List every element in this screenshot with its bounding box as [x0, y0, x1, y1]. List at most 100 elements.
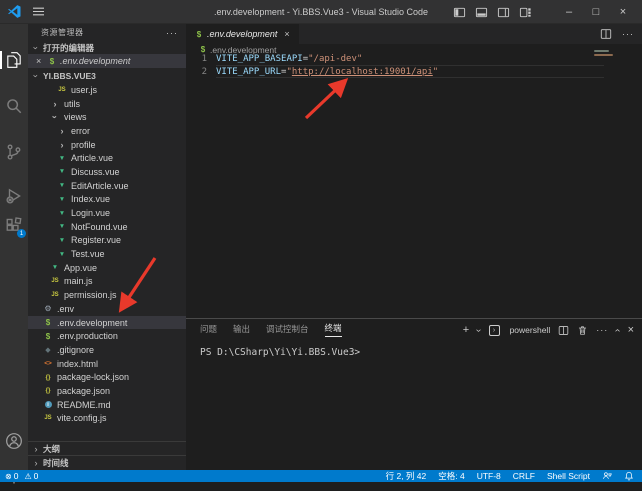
chevron-down-icon: › [50, 112, 60, 122]
tree-item-utils[interactable]: ›utils [28, 97, 186, 111]
js-file-icon: JS [57, 87, 67, 93]
tree-item-package.json[interactable]: {}package.json [28, 384, 186, 398]
tree-item-.env.production[interactable]: $.env.production [28, 329, 186, 343]
extensions-badge: 1 [17, 229, 26, 238]
extensions-icon[interactable]: 1 [5, 217, 23, 235]
close-window-button[interactable]: × [614, 6, 632, 18]
tree-item-Article.vue[interactable]: ▼Article.vue [28, 151, 186, 165]
panel-tab-终端[interactable]: 终端 [325, 322, 342, 337]
terminal-dropdown-chevron-icon[interactable]: › [473, 328, 484, 331]
notifications-bell-icon[interactable] [624, 471, 634, 481]
maximize-panel-chevron-icon[interactable]: › [612, 328, 623, 331]
tree-item-index.html[interactable]: <>index.html [28, 357, 186, 371]
tree-item-package-lock.json[interactable]: {}package-lock.json [28, 370, 186, 384]
bottom-panel: 问题 输出 调试控制台 终端 + › › powershell ··· › × PS … [186, 318, 642, 470]
language-mode-indicator[interactable]: Shell Script [547, 471, 590, 481]
tree-item-.env.development[interactable]: $.env.development [28, 316, 186, 330]
timeline-section-header[interactable]: › 时间线 [28, 455, 186, 469]
eol-indicator[interactable]: CRLF [513, 471, 535, 481]
open-editors-section-header[interactable]: › 打开的编辑器 [28, 41, 186, 55]
search-icon[interactable] [5, 97, 23, 115]
vue-file-icon: ▼ [50, 264, 60, 271]
tree-item-EditArticle.vue[interactable]: ▼EditArticle.vue [28, 179, 186, 193]
tree-item-label: .env.development [57, 318, 127, 328]
cursor-position-indicator[interactable]: 行 2, 列 42 [386, 470, 427, 482]
gear-file-icon: ⚙ [43, 304, 53, 313]
activity-bar: 1 [0, 24, 28, 470]
tree-item-Login.vue[interactable]: ▼Login.vue [28, 206, 186, 220]
info-file-icon: i [43, 401, 53, 408]
toggle-panel-icon[interactable] [475, 6, 488, 19]
indentation-indicator[interactable]: 空格: 4 [438, 470, 464, 482]
tree-item-label: Index.vue [71, 194, 110, 204]
panel-tab-问题[interactable]: 问题 [200, 323, 217, 337]
tree-item-Discuss.vue[interactable]: ▼Discuss.vue [28, 165, 186, 179]
project-section-header[interactable]: › YI.BBS.VUE3 [28, 69, 186, 83]
panel-more-actions-icon[interactable]: ··· [596, 325, 608, 335]
code-line-1[interactable]: 1VITE_APP_BASEAPI="/api-dev" [186, 52, 642, 65]
tree-item-NotFound.vue[interactable]: ▼NotFound.vue [28, 220, 186, 234]
tree-item-views[interactable]: › views [28, 110, 186, 124]
split-editor-icon[interactable] [600, 28, 612, 40]
tree-item-error[interactable]: ›error [28, 124, 186, 138]
menu-hamburger-icon[interactable] [32, 5, 45, 18]
new-terminal-icon[interactable]: + [463, 325, 469, 336]
tree-item-user.js[interactable]: JSuser.js [28, 83, 186, 97]
source-control-icon[interactable] [5, 143, 23, 161]
editor-more-actions-icon[interactable]: ··· [622, 29, 634, 39]
minimap[interactable] [594, 50, 616, 58]
line-number: 1 [186, 54, 216, 64]
code-line-2[interactable]: 2VITE_APP_URL="http://localhost:19001/ap… [186, 65, 642, 78]
tree-item-label: permission.js [64, 290, 117, 300]
run-debug-icon[interactable] [5, 187, 23, 205]
panel-tab-调试控制台[interactable]: 调试控制台 [266, 323, 309, 337]
tree-item-.env[interactable]: ⚙.env [28, 302, 186, 316]
terminal-prompt[interactable]: PS D:\CSharp\Yi\Yi.BBS.Vue3> [200, 347, 360, 358]
split-terminal-icon[interactable] [558, 325, 569, 336]
tree-item-App.vue[interactable]: ▼App.vue [28, 261, 186, 275]
tree-item-Test.vue[interactable]: ▼Test.vue [28, 247, 186, 261]
problems-errors-indicator[interactable]: ⊗ 0 [5, 471, 18, 481]
tree-item-Index.vue[interactable]: ▼Index.vue [28, 193, 186, 207]
tab-env-development[interactable]: $ .env.development × [186, 24, 299, 44]
vue-file-icon: ▼ [57, 251, 67, 258]
tree-item-README.md[interactable]: iREADME.md [28, 398, 186, 412]
outline-section-header[interactable]: › 大纲 [28, 441, 186, 455]
close-tab-icon[interactable]: × [284, 29, 289, 39]
toggle-sidebar-icon[interactable] [453, 6, 466, 19]
shellscript-file-icon: $ [48, 57, 56, 66]
open-editor-item-env-development[interactable]: × $ .env.development [28, 54, 186, 68]
feedback-icon[interactable] [602, 471, 612, 481]
tree-item-main.js[interactable]: JSmain.js [28, 275, 186, 289]
minimize-button[interactable]: – [560, 6, 578, 18]
close-panel-icon[interactable]: × [628, 325, 634, 336]
terminal-shell-label[interactable]: powershell [510, 325, 551, 335]
powershell-terminal-icon[interactable]: › [489, 325, 500, 336]
shellscript-file-icon: $ [195, 30, 203, 39]
minimap-line [594, 50, 609, 52]
tree-item-label: index.html [57, 359, 98, 369]
account-icon[interactable] [5, 432, 23, 450]
maximize-button[interactable]: □ [587, 6, 605, 18]
close-editor-icon[interactable]: × [36, 56, 44, 66]
explorer-more-actions-icon[interactable]: ··· [166, 28, 178, 38]
tree-item-label: Article.vue [71, 153, 113, 163]
explorer-icon[interactable] [5, 51, 23, 69]
toggle-secondary-sidebar-icon[interactable] [497, 6, 510, 19]
tree-item-.gitignore[interactable]: ◆.gitignore [28, 343, 186, 357]
code-content[interactable]: 1VITE_APP_BASEAPI="/api-dev"2VITE_APP_UR… [186, 52, 642, 78]
tree-item-Register.vue[interactable]: ▼Register.vue [28, 234, 186, 248]
customize-layout-icon[interactable] [519, 6, 532, 19]
tree-item-label: views [64, 112, 87, 122]
encoding-indicator[interactable]: UTF-8 [477, 471, 501, 481]
vue-file-icon: ▼ [57, 210, 67, 217]
kill-terminal-trash-icon[interactable] [577, 325, 588, 336]
tree-item-label: main.js [64, 276, 93, 286]
tree-item-vite.config.js[interactable]: JSvite.config.js [28, 412, 186, 426]
tree-item-permission.js[interactable]: JSpermission.js [28, 288, 186, 302]
problems-warnings-indicator[interactable]: ⚠ 0 [24, 471, 38, 481]
url-link[interactable]: http://localhost:19001/api [292, 67, 433, 77]
line-number: 2 [186, 67, 216, 77]
tree-item-profile[interactable]: ›profile [28, 138, 186, 152]
panel-tab-输出[interactable]: 输出 [233, 323, 250, 337]
